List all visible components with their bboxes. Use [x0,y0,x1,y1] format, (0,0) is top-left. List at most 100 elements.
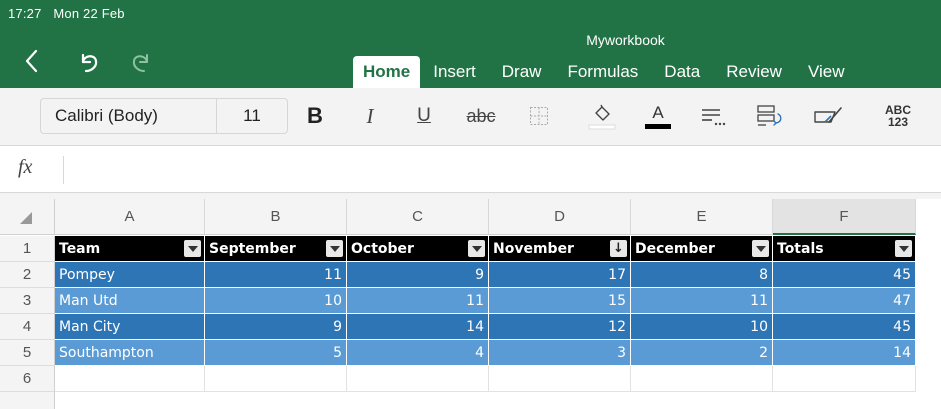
home-ribbon: Calibri (Body) 11 B I U abc A ABC 123 [0,88,941,146]
header-label: December [635,240,715,257]
table-cell-team[interactable]: Man Utd [55,288,205,314]
undo-button[interactable] [74,46,104,76]
redo-button[interactable] [126,46,156,76]
table-header-september[interactable]: September [205,236,347,262]
table-cell[interactable]: 2 [631,340,773,366]
table-cell-total[interactable]: 45 [773,262,916,288]
select-all-icon [20,212,32,224]
header-label: November [493,240,574,257]
row-header-5[interactable]: 5 [0,340,55,366]
empty-cell[interactable] [55,366,205,392]
column-header-a[interactable]: A [55,199,205,235]
table-cell[interactable]: 4 [347,340,489,366]
undo-icon [81,53,98,73]
font-color-button[interactable]: A [641,100,675,132]
tab-formulas[interactable]: Formulas [554,56,651,88]
formula-input[interactable] [72,156,922,184]
empty-cell[interactable] [631,366,773,392]
table-cell-total[interactable]: 45 [773,314,916,340]
tab-home[interactable]: Home [353,56,421,88]
table-cell[interactable]: 14 [347,314,489,340]
row-header-3[interactable]: 3 [0,288,55,314]
header-label: Team [59,240,101,257]
chevron-left-icon [25,49,38,73]
table-header-totals[interactable]: Totals [773,236,916,262]
table-header-team[interactable]: Team [55,236,205,262]
font-size-field[interactable]: 11 [216,98,288,134]
strikethrough-button[interactable]: abc [463,100,499,132]
column-header-c[interactable]: C [347,199,489,235]
table-cell-team[interactable]: Man City [55,314,205,340]
status-date: Mon 22 Feb [53,6,125,21]
redo-icon [132,54,148,72]
table-header-october[interactable]: October [347,236,489,262]
worksheet-grid: A B C D E F 1 2 3 4 5 6 Team September O… [0,199,941,409]
filter-dropdown-button[interactable] [468,240,485,257]
filter-dropdown-button[interactable] [184,240,201,257]
table-cell-total[interactable]: 47 [773,288,916,314]
font-name-field[interactable]: Calibri (Body) [40,98,216,134]
select-all-corner[interactable] [0,199,55,235]
number-format-bottom: 123 [887,115,909,129]
table-cell-team[interactable]: Pompey [55,262,205,288]
table-cell[interactable]: 11 [631,288,773,314]
status-time: 17:27 [8,6,42,21]
bold-button[interactable]: B [300,100,330,132]
table-cell[interactable]: 10 [205,288,347,314]
empty-cell[interactable] [773,366,916,392]
table-cell-total[interactable]: 14 [773,340,916,366]
align-button[interactable] [697,100,729,132]
table-header-december[interactable]: December [631,236,773,262]
wrap-text-icon [757,105,782,126]
formula-bar: fx [0,146,941,193]
table-cell[interactable]: 9 [205,314,347,340]
tab-insert[interactable]: Insert [420,56,489,88]
table-cell[interactable]: 12 [489,314,631,340]
table-cell[interactable]: 11 [205,262,347,288]
row-header-2[interactable]: 2 [0,262,55,288]
clear-format-button[interactable] [810,100,846,132]
header-label: Totals [777,240,824,257]
table-cell[interactable]: 15 [489,288,631,314]
empty-cell[interactable] [489,366,631,392]
table-header-november[interactable]: November ↓ [489,236,631,262]
align-left-icon [702,109,726,126]
row-header-1[interactable]: 1 [0,236,55,262]
row-header-4[interactable]: 4 [0,314,55,340]
wrap-text-button[interactable] [753,100,785,132]
status-bar: 17:27 Mon 22 Feb [8,6,125,21]
table-cell[interactable]: 17 [489,262,631,288]
column-header-d[interactable]: D [489,199,631,235]
borders-icon [530,107,548,125]
column-header-e[interactable]: E [631,199,773,235]
column-header-b[interactable]: B [205,199,347,235]
filter-dropdown-button[interactable] [752,240,769,257]
row-header-7[interactable] [0,392,55,409]
number-format-button[interactable]: ABC 123 [881,100,915,132]
table-cell[interactable]: 9 [347,262,489,288]
filter-dropdown-button[interactable] [326,240,343,257]
underline-button[interactable]: U [412,100,436,132]
borders-button[interactable] [527,100,551,132]
header-label: October [351,240,414,257]
table-cell[interactable]: 5 [205,340,347,366]
column-header-f[interactable]: F [773,199,916,235]
filter-dropdown-button[interactable] [895,240,912,257]
function-button[interactable]: fx [18,156,64,184]
italic-button[interactable]: I [358,100,382,132]
tab-review[interactable]: Review [713,56,795,88]
sort-descending-button[interactable]: ↓ [610,240,627,257]
table-cell-team[interactable]: Southampton [55,340,205,366]
table-cell[interactable]: 8 [631,262,773,288]
tab-draw[interactable]: Draw [489,56,555,88]
empty-cell[interactable] [205,366,347,392]
table-cell[interactable]: 10 [631,314,773,340]
tab-view[interactable]: View [795,56,858,88]
tab-data[interactable]: Data [651,56,713,88]
empty-cell[interactable] [347,366,489,392]
row-header-6[interactable]: 6 [0,366,55,392]
table-cell[interactable]: 11 [347,288,489,314]
back-button[interactable] [18,46,48,76]
table-cell[interactable]: 3 [489,340,631,366]
fill-color-button[interactable] [584,100,620,132]
